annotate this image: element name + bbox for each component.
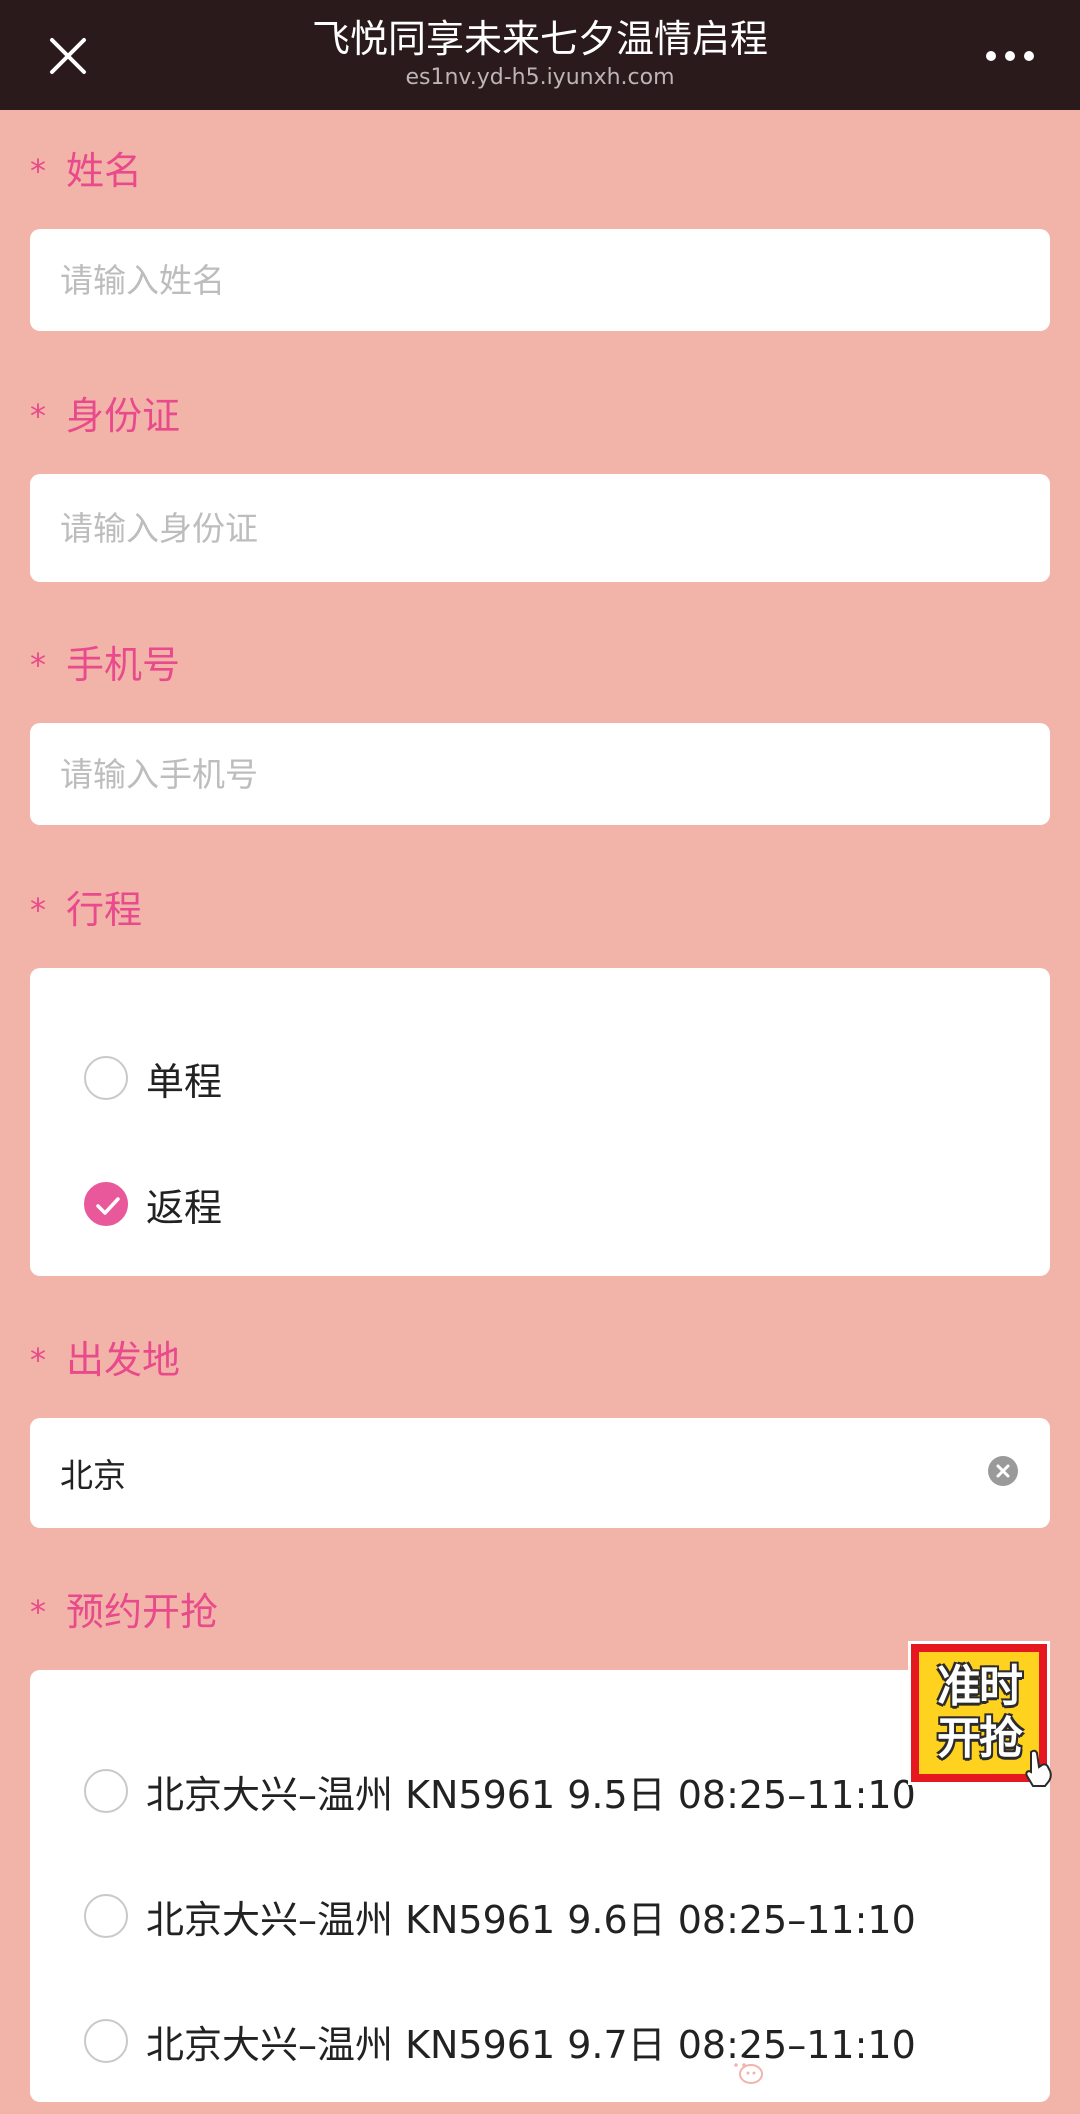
id-card-label: * 身份证: [30, 391, 180, 441]
badge-line-1: 准时: [937, 1661, 1023, 1712]
departure-input[interactable]: [60, 1418, 940, 1528]
trip-options-box: 单程 返程: [30, 968, 1050, 1276]
phone-label-text: 手机号: [66, 643, 181, 687]
badge-line-2: 开抢: [937, 1713, 1023, 1764]
watermark-text: 公众号 · 玩卡玩世界: [772, 2057, 1014, 2089]
trip-label: * 行程: [30, 885, 142, 935]
reservation-option-label: 北京大兴–温州 KN5961 9.5日 08:25–11:10: [146, 1772, 916, 1817]
radio-checked-icon[interactable]: [84, 1182, 128, 1226]
trip-option-label: 单程: [146, 1059, 223, 1104]
required-mark: *: [30, 646, 46, 684]
reservation-option[interactable]: 北京大兴–温州 KN5961 9.6日 08:25–11:10: [84, 1886, 916, 1946]
watermark: 公众号 · 玩卡玩世界: [726, 2050, 1014, 2090]
page-url: es1nv.yd-h5.iyunxh.com: [405, 65, 675, 90]
name-label: * 姓名: [30, 146, 142, 196]
top-navbar: 飞悦同享未来七夕温情启程 es1nv.yd-h5.iyunxh.com: [0, 0, 1080, 110]
reservation-options-box: 北京大兴–温州 KN5961 9.5日 08:25–11:10 北京大兴–温州 …: [30, 1670, 1050, 2102]
id-card-input[interactable]: [60, 474, 1000, 582]
wechat-icon: [728, 2057, 763, 2084]
radio-unchecked-icon[interactable]: [84, 2019, 128, 2063]
clear-icon[interactable]: [988, 1456, 1018, 1486]
reservation-label: * 预约开抢: [30, 1587, 218, 1637]
close-icon[interactable]: [40, 28, 96, 84]
required-mark: *: [30, 891, 46, 929]
required-mark: *: [30, 397, 46, 435]
page-title: 飞悦同享未来七夕温情启程: [311, 17, 768, 61]
departure-label: * 出发地: [30, 1335, 180, 1385]
name-input[interactable]: [60, 229, 1000, 331]
trip-option-return[interactable]: 返程: [84, 1174, 222, 1234]
trip-option-one-way[interactable]: 单程: [84, 1048, 222, 1108]
phone-label: * 手机号: [30, 640, 180, 690]
radio-unchecked-icon[interactable]: [84, 1769, 128, 1813]
trip-option-label: 返程: [146, 1185, 223, 1230]
countdown-badge-button[interactable]: 准时 开抢: [908, 1641, 1052, 1787]
trip-label-text: 行程: [66, 888, 143, 932]
reservation-label-text: 预约开抢: [66, 1590, 219, 1634]
name-label-text: 姓名: [66, 149, 143, 193]
radio-unchecked-icon[interactable]: [84, 1056, 128, 1100]
departure-field-box: [30, 1418, 1050, 1528]
id-card-label-text: 身份证: [66, 394, 181, 438]
radio-unchecked-icon[interactable]: [84, 1894, 128, 1938]
phone-field-box: [30, 723, 1050, 825]
phone-input[interactable]: [60, 723, 1000, 825]
nav-title-block: 飞悦同享未来七夕温情启程 es1nv.yd-h5.iyunxh.com: [180, 14, 900, 92]
required-mark: *: [30, 1593, 46, 1631]
id-card-field-box: [30, 474, 1050, 582]
departure-label-text: 出发地: [66, 1338, 181, 1382]
name-field-box: [30, 229, 1050, 331]
required-mark: *: [30, 1341, 46, 1379]
pointing-hand-icon: [1021, 1748, 1055, 1792]
reservation-option[interactable]: 北京大兴–温州 KN5961 9.5日 08:25–11:10: [84, 1761, 916, 1821]
required-mark: *: [30, 152, 46, 190]
more-dots-icon[interactable]: [982, 38, 1038, 74]
reservation-option-label: 北京大兴–温州 KN5961 9.6日 08:25–11:10: [146, 1897, 916, 1942]
